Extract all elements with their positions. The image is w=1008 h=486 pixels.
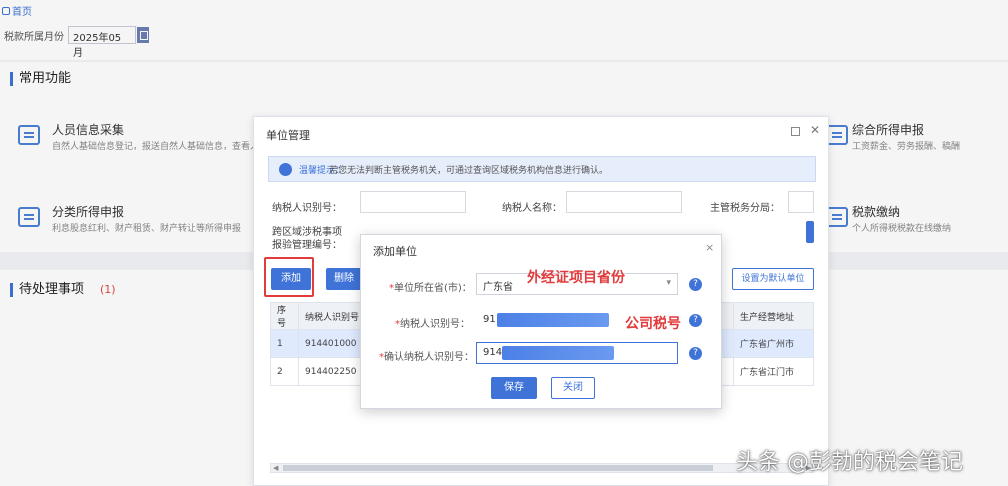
tip-banner: 温馨提示： 若您无法判断主管税务机关，可通过查询区域税务机构信息进行确认。 [268, 156, 816, 182]
help-icon[interactable]: ? [689, 278, 702, 291]
confirm-id-label: *确认纳税人识别号： [379, 352, 474, 363]
col-header-no: 序号 [270, 302, 299, 330]
annotation-tax-id: 公司税号 [625, 316, 681, 332]
taxpayer-name-label: 纳税人名称： [502, 203, 562, 214]
close-icon[interactable]: ✕ [810, 123, 820, 137]
add-button-highlight [264, 257, 314, 297]
redaction-bar [502, 346, 614, 360]
col-header-addr: 生产经营地址 [733, 302, 814, 330]
maximize-icon[interactable] [791, 127, 800, 136]
taxpayer-id-input[interactable] [360, 191, 466, 213]
province-value: 广东省 [483, 282, 513, 293]
scroll-left-icon[interactable]: ◀ [273, 464, 278, 472]
tax-office-select[interactable] [788, 191, 814, 213]
province-label: *单位所在省(市)： [389, 283, 472, 294]
report-no-label: 报验管理编号： [272, 240, 342, 251]
dialog-title: 单位管理 [266, 129, 310, 142]
taxpayer-id-label: 纳税人识别号： [272, 203, 342, 214]
info-icon [279, 163, 292, 176]
close-icon[interactable]: × [705, 241, 714, 254]
cell-no: 1 [270, 329, 299, 358]
side-scroll-handle[interactable] [806, 221, 814, 243]
confirm-id-value: 914 [483, 347, 503, 358]
tip-text: 若您无法判断主管税务机关，可通过查询区域税务机构信息进行确认。 [329, 166, 609, 176]
watermark: 头条 @彭勃的税会笔记 [736, 450, 963, 475]
cell-no: 2 [270, 357, 299, 386]
close-button[interactable]: 关闭 [551, 377, 595, 399]
dialog-title: 添加单位 [373, 245, 417, 258]
delete-unit-button[interactable]: 删除 [326, 268, 362, 290]
taxpayer-name-input[interactable] [566, 191, 682, 213]
set-default-button[interactable]: 设置为默认单位 [732, 268, 814, 290]
help-icon[interactable]: ? [689, 347, 702, 360]
chevron-down-icon: ▾ [666, 278, 671, 288]
redaction-bar [497, 313, 609, 327]
annotation-province: 外经证项目省份 [527, 270, 625, 286]
help-icon[interactable]: ? [689, 314, 702, 327]
taxpayer-id-value: 91 [483, 314, 496, 325]
tax-office-label: 主管税务分局： [710, 203, 780, 214]
save-button[interactable]: 保存 [491, 377, 537, 399]
scroll-thumb[interactable] [283, 465, 713, 471]
cell-addr: 广东省江门市 [733, 357, 814, 386]
horizontal-scrollbar[interactable]: ◀ ▶ [270, 463, 814, 473]
taxpayer-id-label: *纳税人识别号： [395, 319, 470, 330]
cell-addr: 广东省广州市 [733, 329, 814, 358]
